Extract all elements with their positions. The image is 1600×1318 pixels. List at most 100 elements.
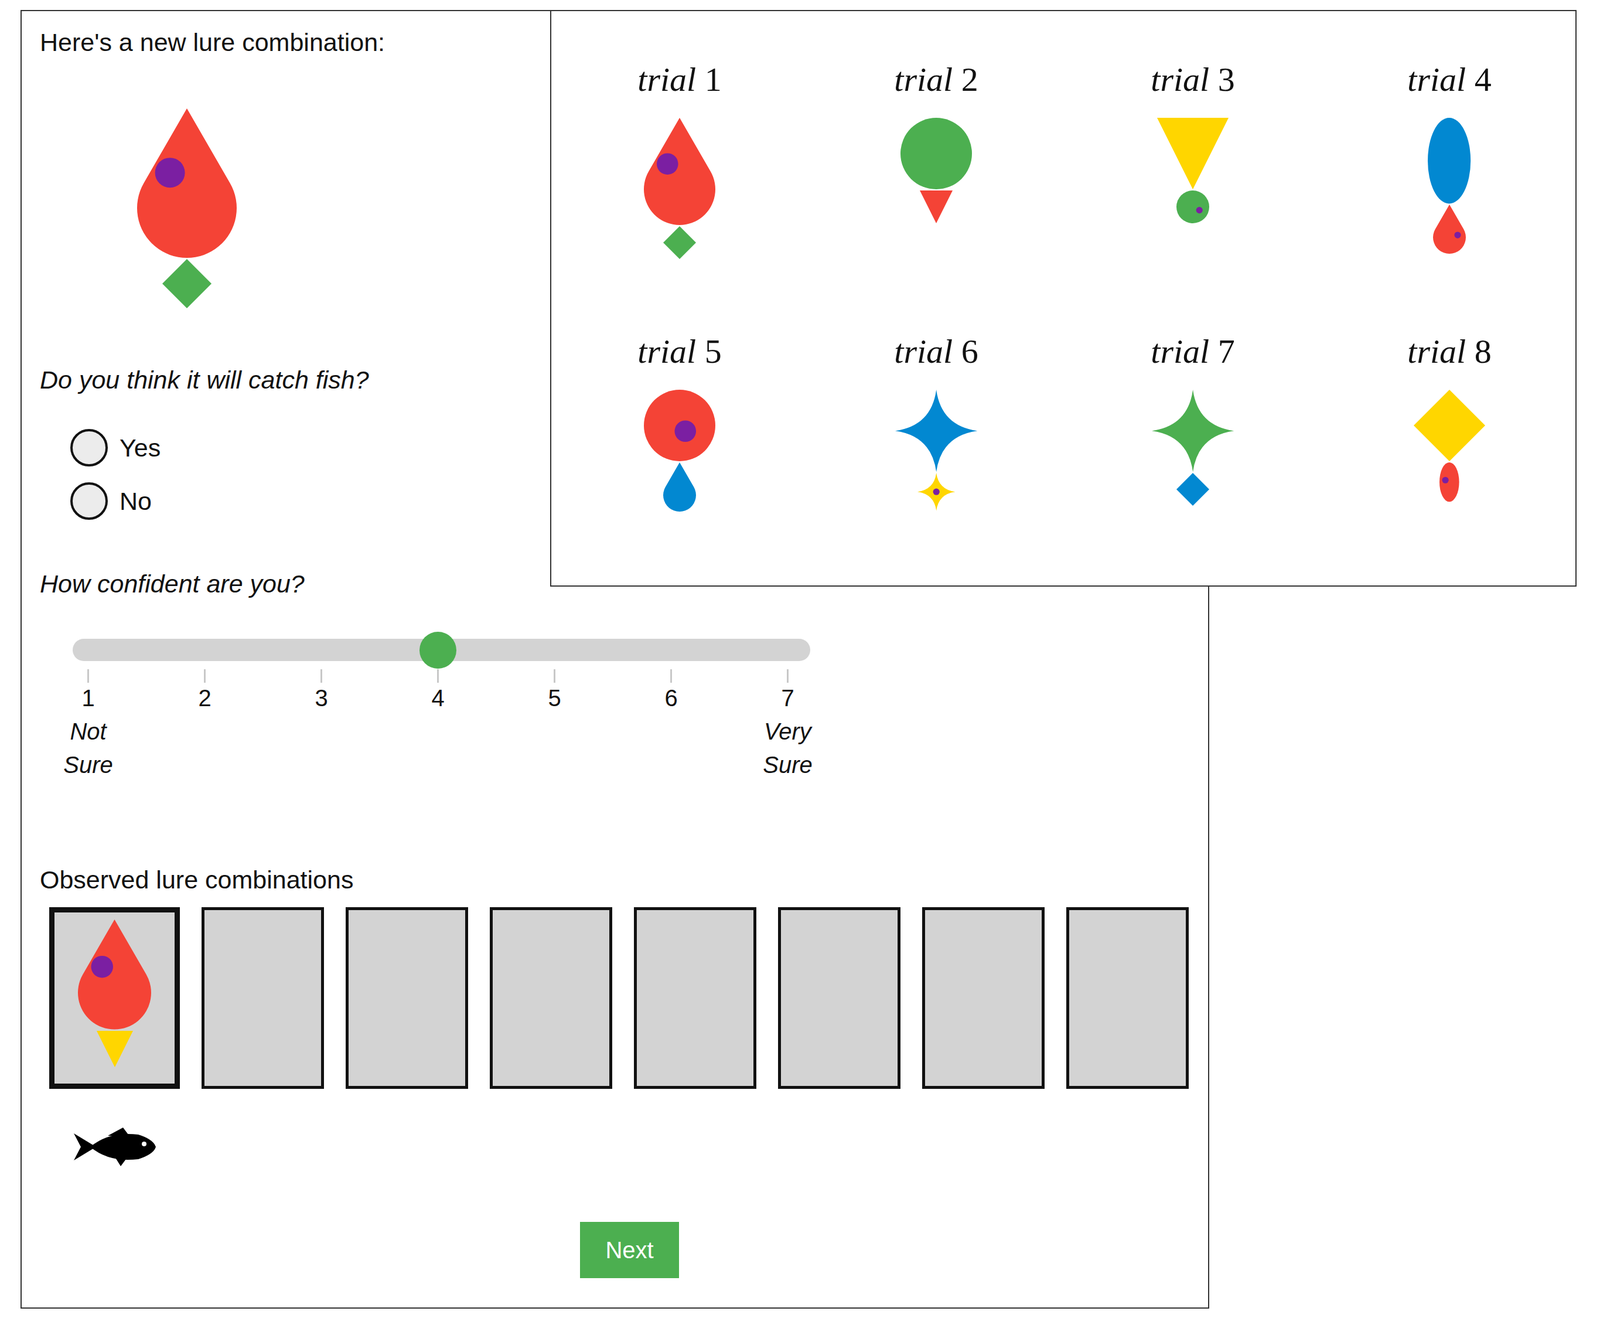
- trial: trial 4: [1321, 59, 1578, 332]
- lure-dot: [1454, 232, 1461, 239]
- lure-dot: [1442, 476, 1449, 484]
- slider-ticks: 1Not Sure234567Very Sure: [29, 669, 811, 782]
- trial-number: 7: [1218, 332, 1236, 371]
- lure-top-circle: [643, 389, 716, 462]
- lure-shape: [1439, 462, 1460, 502]
- trial-number: 5: [704, 332, 722, 371]
- trial-label: trial 7: [1150, 331, 1235, 373]
- trial: trial 3: [1064, 59, 1322, 332]
- lure-shape: [900, 117, 972, 190]
- lure-bottom-drop: [1433, 204, 1466, 254]
- lure-top-ellipse: [1427, 117, 1471, 204]
- lure-dot: [656, 152, 679, 175]
- tick: 6: [612, 669, 730, 782]
- tick-value: 1: [81, 683, 95, 712]
- lure: [895, 389, 978, 511]
- tick-value: 5: [547, 683, 561, 712]
- trial: trial 8: [1321, 331, 1578, 603]
- tick: 5: [496, 669, 613, 782]
- lure-bottom-diamond: [1176, 472, 1210, 506]
- lure-bottom-triangle: [919, 190, 953, 224]
- observed-slot: [489, 906, 613, 1168]
- lure-shape: [643, 117, 716, 225]
- lure-dot: [1196, 206, 1203, 214]
- slot-box: [345, 906, 469, 1089]
- catch-indicator: [73, 1126, 156, 1168]
- radio-button[interactable]: [70, 428, 108, 467]
- lure-shape: [77, 919, 152, 1030]
- observed-slot: [201, 906, 324, 1168]
- lure-shape: [96, 1030, 133, 1067]
- lure-shape: [1157, 117, 1229, 190]
- slot-box: [1066, 906, 1189, 1089]
- lure-shape: [1427, 117, 1471, 204]
- lure-dot: [932, 488, 940, 496]
- lure-shape: [1413, 389, 1486, 462]
- trial: trial 6: [807, 331, 1065, 603]
- lure-dot: [155, 157, 186, 188]
- trial-label: trial 3: [1150, 59, 1235, 101]
- tick: 2: [146, 669, 264, 782]
- lure-shape: [663, 462, 697, 512]
- tick: 3: [263, 669, 380, 782]
- lure-bottom-star: [917, 472, 955, 511]
- lure-bottom-diamond: [663, 226, 697, 259]
- trial-label: trial 5: [637, 331, 722, 373]
- observed-slot: [345, 906, 469, 1168]
- lure-top-triangle: [1157, 117, 1229, 190]
- slider-handle[interactable]: [419, 631, 457, 669]
- tick-mark: [786, 669, 789, 683]
- trial-number: 2: [961, 60, 979, 99]
- trial-word: trial: [894, 60, 953, 99]
- trial-label: trial 8: [1407, 331, 1492, 373]
- lure-top-drop: [137, 108, 237, 258]
- trial: trial 1: [551, 59, 808, 332]
- lure-shape: [663, 226, 697, 259]
- lure-top-star: [895, 389, 978, 472]
- lure-top-drop: [77, 919, 152, 1030]
- lure: [643, 389, 716, 512]
- slot-box: [922, 906, 1045, 1089]
- observed-slot: [633, 906, 757, 1168]
- tick: 1Not Sure: [29, 669, 147, 782]
- trial: trial 2: [807, 59, 1065, 332]
- slot-box: [633, 906, 757, 1089]
- trial-number: 8: [1474, 332, 1492, 371]
- slider-track[interactable]: [72, 638, 811, 661]
- tick-value: 7: [780, 683, 794, 712]
- lure-shape: [895, 389, 978, 472]
- tick-value: 2: [198, 683, 211, 712]
- tick-mark: [670, 669, 672, 683]
- lure: [1157, 117, 1229, 224]
- trial: trial 7: [1064, 331, 1322, 603]
- tick-value: 3: [314, 683, 328, 712]
- lure-shape: [137, 108, 237, 258]
- prompt-lure: [39, 108, 334, 309]
- trial-word: trial: [894, 332, 953, 371]
- lure-shape: [919, 190, 953, 224]
- next-button[interactable]: Next: [580, 1221, 680, 1278]
- trial-label: trial 2: [894, 59, 978, 101]
- lure-top-circle: [900, 117, 972, 190]
- trials-panel: trial 1trial 2trial 3trial 4trial 5trial…: [550, 9, 1577, 587]
- tick: 4: [379, 669, 497, 782]
- radio-label: No: [119, 485, 152, 517]
- trial-label: trial 4: [1407, 59, 1492, 101]
- lure: [137, 108, 237, 309]
- trial-label: trial 1: [637, 59, 722, 101]
- tick-mark: [437, 669, 439, 683]
- lure-shape: [1433, 204, 1466, 254]
- trial: trial 5: [551, 331, 808, 603]
- tick-value: 4: [431, 683, 445, 712]
- lure-shape: [917, 472, 955, 511]
- lure-shape: [1151, 389, 1234, 472]
- tick-note: Not Sure: [63, 714, 114, 782]
- confidence-slider[interactable]: 1Not Sure234567Very Sure: [72, 638, 811, 782]
- radio-button[interactable]: [70, 482, 108, 520]
- lure: [643, 117, 716, 259]
- lure: [77, 919, 152, 1084]
- radio-label: Yes: [119, 431, 161, 464]
- tick-mark: [203, 669, 206, 683]
- lure-bottom-drop: [663, 462, 697, 512]
- lure-dot: [674, 420, 697, 442]
